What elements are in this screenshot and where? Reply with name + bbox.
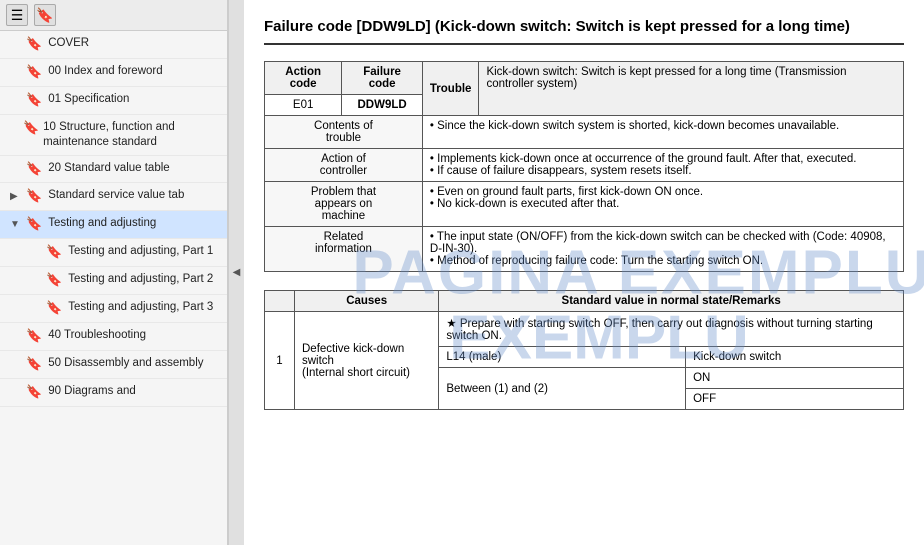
bookmark-icon-01: 🔖 — [26, 92, 42, 109]
sidebar: ☰ 🔖 🔖 COVER 🔖 00 Index and foreword 🔖 01… — [0, 0, 228, 545]
sidebar-label-20: 20 Standard value table — [48, 161, 169, 176]
causes-table: Causes Standard value in normal state/Re… — [264, 290, 904, 410]
sidebar-label-10: 10 Structure, function and maintenance s… — [43, 120, 219, 150]
bookmark-icon-testing-adj: 🔖 — [26, 216, 42, 233]
bookmark-icon-standard-service: 🔖 — [26, 188, 42, 205]
sidebar-item-20-standard[interactable]: 🔖 20 Standard value table — [0, 156, 227, 184]
sidebar-item-10-structure[interactable]: 🔖 10 Structure, function and maintenance… — [0, 115, 227, 156]
sidebar-item-testing-adj[interactable]: ▼ 🔖 Testing and adjusting — [0, 211, 227, 239]
sidebar-label-testing-adj: Testing and adjusting — [48, 216, 156, 231]
causes-col-standard: Standard value in normal state/Remarks — [439, 291, 904, 312]
bookmark-icon-ta2: 🔖 — [46, 272, 62, 289]
sidebar-item-90-diagrams[interactable]: 🔖 90 Diagrams and — [0, 379, 227, 407]
failure-details-table: Action code Failure code Trouble Kick-do… — [264, 61, 904, 272]
content-related-information: • The input state (ON/OFF) from the kick… — [422, 227, 903, 272]
label-problem-on-machine: Problem thatappears onmachine — [265, 182, 423, 227]
cause-prepare-note: ★ Prepare with starting switch OFF, then… — [439, 312, 904, 347]
content-action-of-controller: • Implements kick-down once at occurrenc… — [422, 149, 903, 182]
sidebar-label-01: 01 Specification — [48, 92, 129, 107]
cause-value-kickdown-switch: Kick-down switch — [686, 347, 904, 368]
causes-col-num — [265, 291, 295, 312]
label-related-information: Relatedinformation — [265, 227, 423, 272]
expand-icon-testing-adj: ▼ — [10, 218, 20, 231]
sidebar-label-00: 00 Index and foreword — [48, 64, 162, 79]
sidebar-label-ta2: Testing and adjusting, Part 2 — [68, 272, 213, 287]
expand-icon-standard-service — [10, 190, 20, 203]
content-problem-on-machine: • Even on ground fault parts, first kick… — [422, 182, 903, 227]
bookmark-toolbar-icon[interactable]: 🔖 — [34, 4, 56, 26]
sidebar-item-50-disassembly[interactable]: 🔖 50 Disassembly and assembly — [0, 351, 227, 379]
action-code-value: E01 — [265, 95, 342, 116]
bookmark-icon-ta3: 🔖 — [46, 300, 62, 317]
table-row-problem-on-machine: Problem thatappears onmachine • Even on … — [265, 182, 904, 227]
sidebar-item-testing-adj-1[interactable]: 🔖 Testing and adjusting, Part 1 — [0, 239, 227, 267]
sidebar-label-ta1: Testing and adjusting, Part 1 — [68, 244, 213, 259]
bookmark-icon-20: 🔖 — [26, 161, 42, 178]
col-header-failure-code: Failure code — [342, 62, 423, 95]
bookmark-icon-ta1: 🔖 — [46, 244, 62, 261]
failure-code-value: DDW9LD — [342, 95, 423, 116]
sidebar-item-testing-adj-3[interactable]: 🔖 Testing and adjusting, Part 3 — [0, 295, 227, 323]
sidebar-item-40-troubleshoot[interactable]: 🔖 40 Troubleshooting — [0, 323, 227, 351]
cause-desc-1: Defective kick-down switch(Internal shor… — [295, 312, 439, 410]
main-content: PAGINA EXEMPLU EXEMPLU Failure code [DDW… — [244, 0, 924, 545]
sidebar-label-50: 50 Disassembly and assembly — [48, 356, 203, 371]
menu-icon[interactable]: ☰ — [6, 4, 28, 26]
bookmark-icon-40: 🔖 — [26, 328, 42, 345]
cause-value-on: ON — [686, 368, 904, 389]
content-contents-of-trouble: • Since the kick-down switch system is s… — [422, 116, 903, 149]
table-row-action-of-controller: Action ofcontroller • Implements kick-do… — [265, 149, 904, 182]
sidebar-item-testing-adj-2[interactable]: 🔖 Testing and adjusting, Part 2 — [0, 267, 227, 295]
page-title: Failure code [DDW9LD] (Kick-down switch:… — [264, 16, 904, 45]
cause-value-off: OFF — [686, 389, 904, 410]
sidebar-label-40: 40 Troubleshooting — [48, 328, 146, 343]
sidebar-label-standard-service: Standard service value tab — [48, 188, 184, 203]
bookmark-icon-50: 🔖 — [26, 356, 42, 373]
bookmark-icon-90: 🔖 — [26, 384, 42, 401]
cause-connector-l14: L14 (male) — [439, 347, 686, 368]
causes-row-1: 1 Defective kick-down switch(Internal sh… — [265, 312, 904, 347]
label-action-of-controller: Action ofcontroller — [265, 149, 423, 182]
sidebar-item-cover[interactable]: 🔖 COVER — [0, 31, 227, 59]
sidebar-toolbar: ☰ 🔖 — [0, 0, 227, 31]
sidebar-item-00-index[interactable]: 🔖 00 Index and foreword — [0, 59, 227, 87]
table-row-contents-of-trouble: Contents oftrouble • Since the kick-down… — [265, 116, 904, 149]
sidebar-item-standard-service[interactable]: 🔖 Standard service value tab — [0, 183, 227, 211]
bookmark-icon-cover: 🔖 — [26, 36, 42, 53]
sidebar-label-cover: COVER — [48, 36, 89, 51]
sidebar-label-90: 90 Diagrams and — [48, 384, 136, 399]
sidebar-collapse-handle[interactable]: ◀ — [228, 0, 244, 545]
cause-num-1: 1 — [265, 312, 295, 410]
collapse-arrow-icon: ◀ — [233, 267, 241, 278]
col-header-description: Kick-down switch: Switch is kept pressed… — [479, 62, 904, 116]
col-header-trouble: Trouble — [422, 62, 479, 116]
cause-between-1-2: Between (1) and (2) — [439, 368, 686, 410]
sidebar-item-01-spec[interactable]: 🔖 01 Specification — [0, 87, 227, 115]
bookmark-icon-10: 🔖 — [23, 120, 37, 137]
table-row-related-information: Relatedinformation • The input state (ON… — [265, 227, 904, 272]
bookmark-icon-00: 🔖 — [26, 64, 42, 81]
sidebar-label-ta3: Testing and adjusting, Part 3 — [68, 300, 213, 315]
causes-col-causes: Causes — [295, 291, 439, 312]
label-contents-of-trouble: Contents oftrouble — [265, 116, 423, 149]
col-header-action-code: Action code — [265, 62, 342, 95]
